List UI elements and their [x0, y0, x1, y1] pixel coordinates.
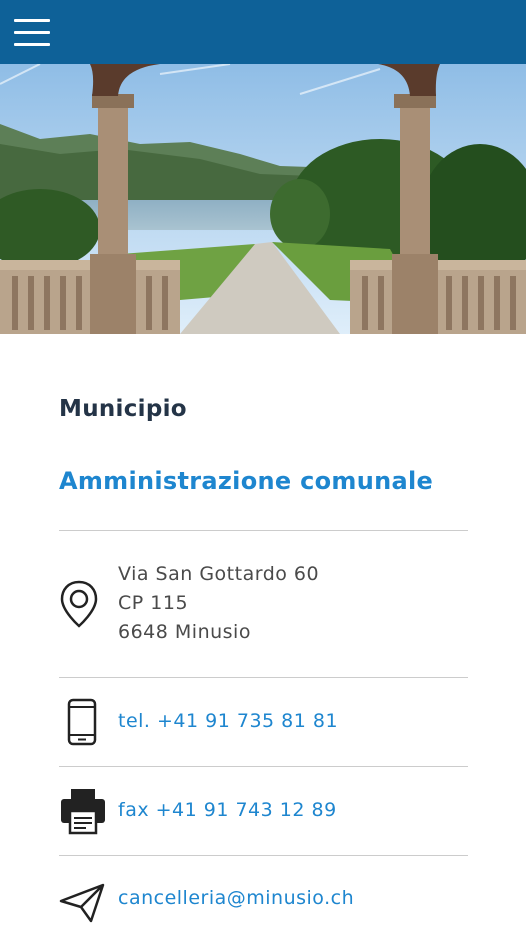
address-line: Via San Gottardo 60 — [118, 563, 320, 585]
divider — [59, 530, 468, 531]
location-pin-icon — [59, 580, 99, 632]
phone-link[interactable]: tel. +41 91 735 81 81 — [118, 707, 338, 736]
hero-image — [0, 64, 526, 334]
paper-plane-icon — [59, 883, 105, 927]
address-line: 6648 Minusio — [118, 621, 251, 643]
divider — [59, 855, 468, 856]
email-link[interactable]: cancelleria@minusio.ch — [118, 884, 354, 913]
mobile-phone-icon — [67, 698, 97, 750]
address-block: Via San Gottardo 60 CP 115 6648 Minusio — [118, 560, 319, 647]
divider — [59, 677, 468, 678]
fax-link[interactable]: fax +41 91 743 12 89 — [118, 796, 337, 825]
hamburger-menu-icon[interactable] — [14, 19, 50, 47]
app-header — [0, 0, 526, 64]
address-line: CP 115 — [118, 592, 189, 614]
divider — [59, 766, 468, 767]
printer-fax-icon — [59, 787, 107, 839]
section-title: Municipio — [59, 396, 187, 422]
section-subtitle: Amministrazione comunale — [59, 467, 434, 495]
